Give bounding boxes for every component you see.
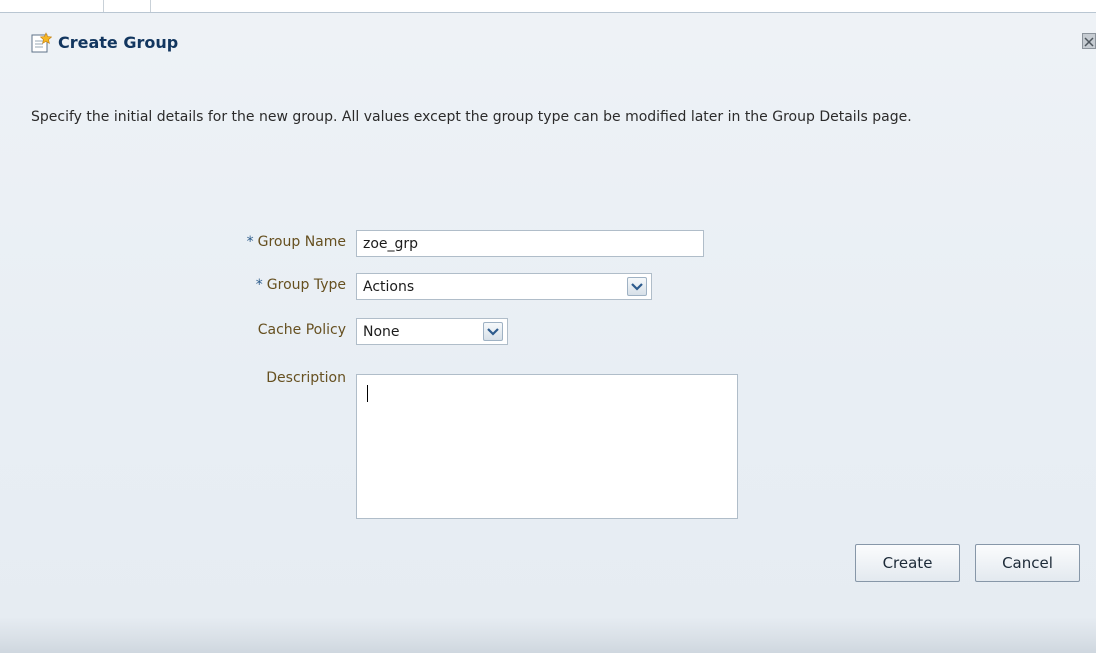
group-name-value: zoe_grp — [363, 235, 419, 252]
chevron-glyph — [631, 282, 643, 291]
dialog-title: Create Group — [58, 33, 179, 52]
group-type-value: Actions — [363, 278, 415, 295]
group-type-label-text: Group Type — [266, 277, 346, 293]
cancel-button[interactable]: Cancel — [975, 544, 1080, 582]
cache-policy-label: Cache Policy — [126, 322, 346, 338]
text-caret — [367, 385, 368, 402]
cache-policy-value: None — [363, 323, 400, 340]
cache-policy-select[interactable]: None — [356, 318, 508, 345]
group-name-label-text: Group Name — [257, 234, 346, 250]
new-item-icon — [31, 32, 52, 53]
description-label: Description — [126, 370, 346, 386]
chevron-down-icon[interactable] — [627, 277, 647, 296]
close-icon[interactable] — [1082, 33, 1096, 49]
group-name-label: * Group Name — [126, 234, 346, 250]
description-label-text: Description — [266, 370, 346, 386]
chevron-glyph — [487, 327, 499, 336]
create-button[interactable]: Create — [855, 544, 960, 582]
instructions-text: Specify the initial details for the new … — [31, 109, 912, 125]
description-textarea[interactable] — [356, 374, 738, 519]
create-group-dialog: Create Group Specify the initial details… — [0, 12, 1096, 653]
background-strip — [0, 0, 1096, 12]
chevron-down-icon[interactable] — [483, 322, 503, 341]
close-glyph — [1084, 37, 1094, 47]
cache-policy-label-text: Cache Policy — [257, 322, 346, 338]
group-name-input[interactable]: zoe_grp — [356, 230, 704, 257]
group-type-label: * Group Type — [126, 277, 346, 293]
divider — [103, 0, 104, 12]
group-type-select[interactable]: Actions — [356, 273, 652, 300]
divider — [150, 0, 151, 12]
required-marker: * — [246, 234, 254, 250]
required-marker: * — [255, 277, 263, 293]
dialog-footer — [0, 617, 1096, 653]
